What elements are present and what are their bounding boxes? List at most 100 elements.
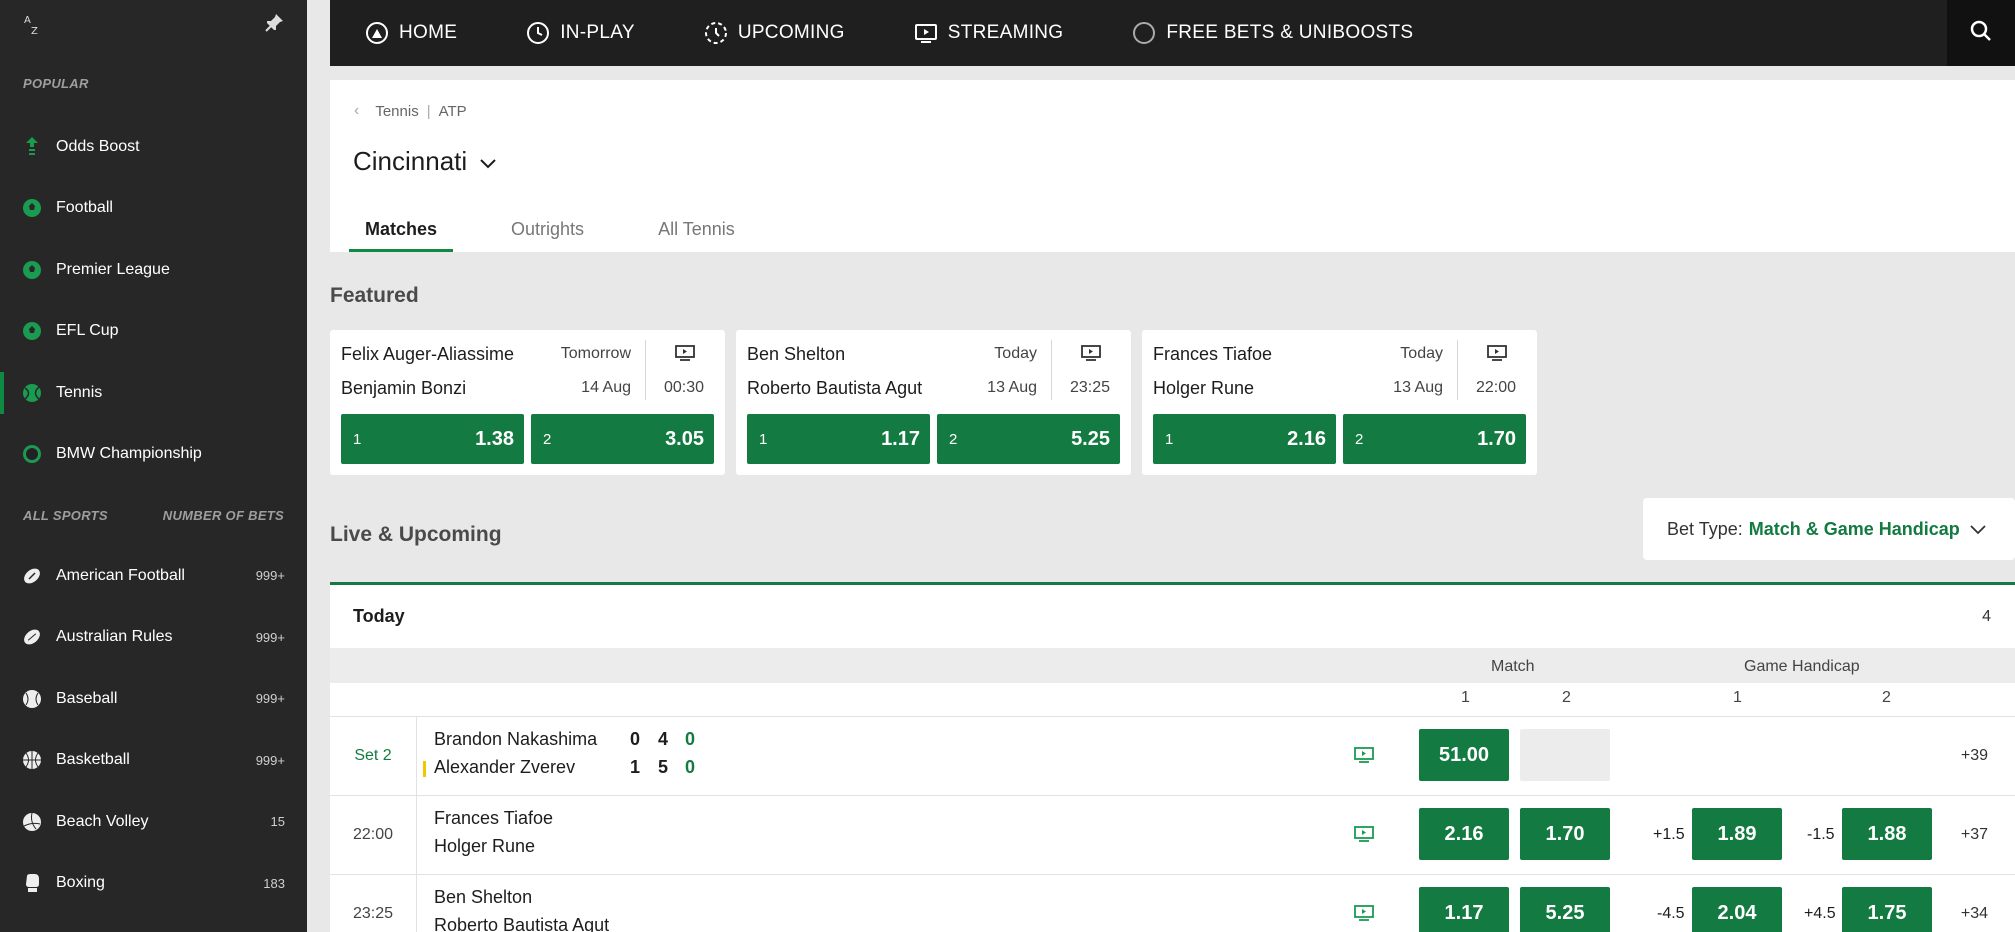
tab-outrights[interactable]: Outrights — [495, 208, 600, 250]
popular-section-label: POPULAR — [23, 75, 89, 91]
odds-button[interactable]: 1 2.16 — [1153, 414, 1336, 464]
sidebar-item-baseball[interactable]: Baseball 999+ — [0, 668, 307, 730]
table-row[interactable]: 23:25 Ben Shelton Roberto Bautista Agut … — [330, 874, 2015, 932]
sidebar-item-basketball[interactable]: Basketball 999+ — [0, 730, 307, 792]
odds-button[interactable]: 1 1.17 — [747, 414, 930, 464]
sidebar-item-label: EFL Cup — [56, 322, 119, 340]
nav-label: HOME — [399, 22, 458, 43]
match-status: Set 2 — [330, 717, 417, 795]
player-two: Benjamin Bonzi — [341, 378, 467, 398]
handicap-odds-button[interactable]: 1.88 — [1842, 808, 1932, 860]
home-icon — [365, 21, 389, 45]
tv-icon — [675, 344, 695, 367]
sidebar-item-beach-volley[interactable]: Beach Volley 15 — [0, 791, 307, 853]
sidebar-item-american-football[interactable]: American Football 999+ — [0, 545, 307, 607]
odds-button[interactable]: 5.25 — [1520, 887, 1610, 932]
breadcrumb-separator: | — [426, 102, 431, 120]
nav-label: UPCOMING — [737, 22, 845, 43]
sidebar-item-odds-boost[interactable]: Odds Boost — [0, 116, 307, 178]
sidebar-item-boxing[interactable]: Boxing 183 — [0, 853, 307, 915]
more-markets-link[interactable]: +34 — [1961, 905, 1988, 923]
score-games: 5 — [658, 757, 669, 777]
player-one: Felix Auger-Aliassime — [341, 344, 515, 364]
sidebar-item-tennis[interactable]: Tennis — [0, 362, 307, 424]
bet-count: 999+ — [255, 752, 285, 768]
pin-icon[interactable] — [263, 12, 285, 39]
sidebar-item-efl-cup[interactable]: EFL Cup — [0, 301, 307, 363]
odds-button[interactable]: 2 3.05 — [531, 414, 714, 464]
sidebar-item-label: American Football — [56, 566, 185, 584]
all-sports-section-label: ALL SPORTS NUMBER OF BETS — [23, 507, 284, 523]
odds-button[interactable]: 2 1.70 — [1343, 414, 1526, 464]
player-two: Roberto Bautista Agut — [747, 378, 923, 398]
match-day: Tomorrow — [560, 345, 631, 362]
breadcrumb-tennis[interactable]: Tennis — [375, 103, 418, 120]
tennis-icon — [22, 383, 42, 403]
odds-button-empty — [1520, 729, 1610, 781]
stream-icon[interactable] — [1354, 904, 1374, 927]
tabs: Matches Outrights All Tennis — [349, 208, 793, 252]
table-row[interactable]: Set 2 Brandon Nakashima Alexander Zverev… — [330, 716, 2015, 795]
clock-icon — [526, 21, 550, 45]
odds-button[interactable]: 51.00 — [1419, 729, 1509, 781]
sidebar-item-australian-rules[interactable]: Australian Rules 999+ — [0, 607, 307, 669]
more-markets-link[interactable]: +39 — [1961, 747, 1988, 765]
featured-card[interactable]: Ben Shelton Roberto Bautista Agut Today … — [736, 330, 1131, 475]
australian-rules-icon — [22, 627, 42, 647]
nav-home[interactable]: HOME — [365, 21, 457, 45]
featured-title: Featured — [330, 284, 419, 307]
match-time: 22:00 — [1475, 379, 1516, 396]
divider — [1051, 340, 1052, 400]
breadcrumb: ‹ Tennis | ATP — [354, 102, 467, 120]
page-title: Cincinnati — [353, 146, 468, 176]
nav-upcoming[interactable]: UPCOMING — [704, 21, 845, 45]
table-row[interactable]: 22:00 Frances Tiafoe Holger Rune 2.16 1.… — [330, 795, 2015, 874]
sidebar-item-label: BMW Championship — [56, 445, 202, 463]
more-markets-link[interactable]: +37 — [1961, 826, 1988, 844]
competition-title-dropdown[interactable]: Cincinnati — [353, 146, 497, 177]
az-sort-icon[interactable]: AZ — [22, 14, 44, 37]
sidebar-item-label: Tennis — [56, 383, 103, 401]
sidebar-item-premier-league[interactable]: Premier League — [0, 239, 307, 301]
breadcrumb-atp[interactable]: ATP — [439, 103, 467, 120]
nav-in-play[interactable]: IN-PLAY — [526, 21, 635, 45]
search-icon — [1969, 19, 1993, 48]
today-header[interactable]: Today 4 — [330, 582, 2015, 648]
handicap-line: -1.5 — [1807, 826, 1835, 843]
stream-icon[interactable] — [1354, 746, 1374, 769]
featured-card[interactable]: Felix Auger-Aliassime Benjamin Bonzi Tom… — [330, 330, 725, 475]
handicap-odds-button[interactable]: 1.89 — [1692, 808, 1782, 860]
featured-card[interactable]: Frances Tiafoe Holger Rune Today 13 Aug … — [1142, 330, 1537, 475]
player-one: Frances Tiafoe — [434, 808, 554, 828]
top-nav: HOME IN-PLAY UPCOMING STREAMING FREE BET… — [330, 0, 2015, 66]
sidebar-item-label: Boxing — [56, 874, 105, 892]
sidebar-item-football[interactable]: Football — [0, 178, 307, 240]
bet-count: 999+ — [255, 629, 285, 645]
odds-button[interactable]: 1.17 — [1419, 887, 1509, 932]
sidebar-item-label: Odds Boost — [56, 137, 140, 155]
tab-all-tennis[interactable]: All Tennis — [642, 208, 751, 250]
tv-icon — [914, 21, 938, 45]
match-status: 22:00 — [330, 796, 417, 874]
stream-icon[interactable] — [1354, 825, 1374, 848]
nav-free-bets[interactable]: FREE BETS & UNIBOOSTS — [1132, 21, 1413, 45]
sidebar: AZ POPULAR Odds Boost Football Premier L… — [0, 0, 307, 932]
nav-streaming[interactable]: STREAMING — [914, 21, 1064, 45]
back-chevron-icon[interactable]: ‹ — [354, 102, 359, 120]
odds-button[interactable]: 1.70 — [1520, 808, 1610, 860]
odds-button[interactable]: 2.16 — [1419, 808, 1509, 860]
tab-matches[interactable]: Matches — [349, 208, 454, 252]
bet-type-dropdown[interactable]: Bet Type: Match & Game Handicap — [1643, 498, 2015, 560]
match-day: Today — [1400, 345, 1443, 362]
odds-button[interactable]: 1 1.38 — [341, 414, 524, 464]
tv-icon — [1487, 344, 1507, 367]
sidebar-item-label: Basketball — [56, 751, 130, 769]
sidebar-item-bmw-championship[interactable]: BMW Championship — [0, 424, 307, 486]
sidebar-item-label: Football — [56, 199, 113, 217]
sidebar-item-label: Australian Rules — [56, 628, 173, 646]
odds-button[interactable]: 2 5.25 — [937, 414, 1120, 464]
search-button[interactable] — [1947, 0, 2015, 66]
score-points: 0 — [685, 757, 696, 777]
handicap-odds-button[interactable]: 1.75 — [1842, 887, 1932, 932]
handicap-odds-button[interactable]: 2.04 — [1692, 887, 1782, 932]
